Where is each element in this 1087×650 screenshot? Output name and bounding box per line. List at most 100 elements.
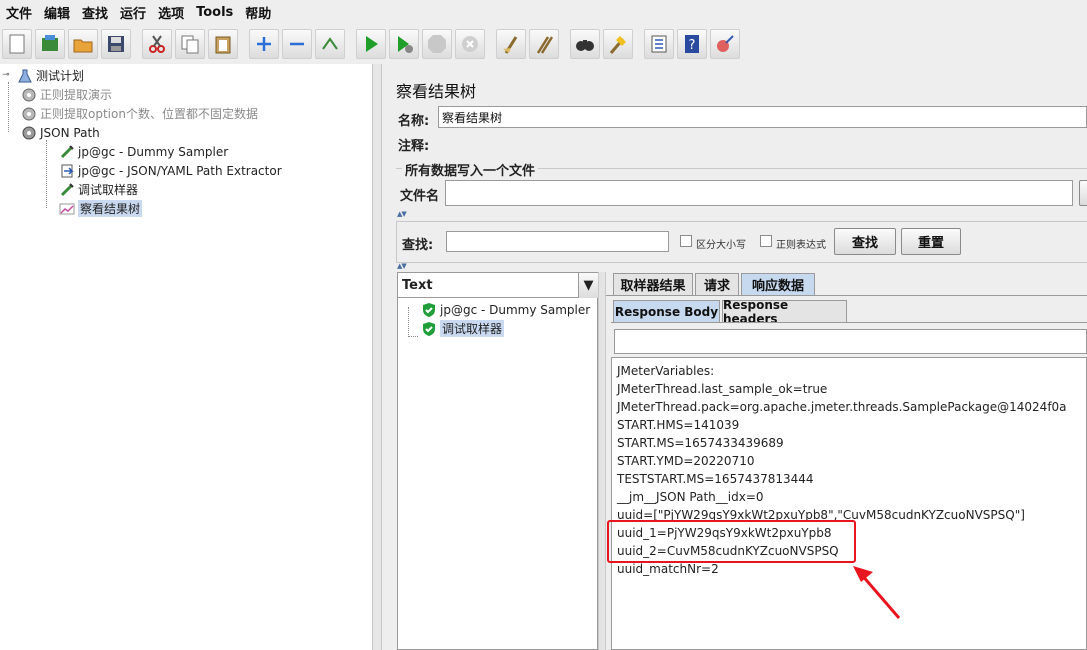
toolbar: ?: [0, 26, 1087, 62]
tree-item-label: JSON Path: [40, 125, 100, 140]
tree-item-label: 调试取样器: [78, 183, 139, 197]
main-splitter[interactable]: [372, 64, 382, 650]
regex-checkbox[interactable]: [760, 235, 772, 247]
filename-label: 文件名: [400, 189, 440, 204]
renderer-select[interactable]: Text ▼: [398, 273, 598, 298]
body-line: uuid_matchNr=2: [617, 562, 719, 576]
toggle-icon[interactable]: [315, 29, 345, 59]
test-plan-icon: [16, 67, 34, 85]
save-icon[interactable]: [101, 29, 131, 59]
body-line: JMeterThread.last_sample_ok=true: [617, 382, 828, 396]
tree-item-view-results-tree[interactable]: 察看结果树: [58, 199, 143, 218]
tree-item-json-extractor[interactable]: jp@gc - JSON/YAML Path Extractor: [58, 161, 282, 180]
body-line: START.YMD=20220710: [617, 454, 755, 468]
menu-options[interactable]: 选项: [152, 3, 190, 22]
cut-icon[interactable]: [142, 29, 172, 59]
tree-item-regex-demo[interactable]: 正则提取演示: [20, 85, 112, 104]
open-icon[interactable]: [68, 29, 98, 59]
thread-group-gear-icon: [20, 86, 38, 104]
copy-icon[interactable]: [175, 29, 205, 59]
tab-response-data[interactable]: 响应数据: [741, 273, 815, 295]
tree-item-test-plan[interactable]: ⊸ 测试计划: [2, 66, 84, 85]
success-shield-icon: [420, 320, 438, 338]
new-icon[interactable]: [2, 29, 32, 59]
listener-graph-icon: [58, 200, 76, 218]
thread-group-gear-icon: [20, 124, 38, 142]
annotation-arrow-icon: [853, 566, 901, 619]
tree-item-debug-sampler[interactable]: 调试取样器: [58, 180, 138, 199]
tree-item-dummy-sampler[interactable]: jp@gc - Dummy Sampler: [58, 142, 228, 161]
menu-tools[interactable]: Tools: [190, 5, 239, 20]
chevron-down-icon[interactable]: ▼: [578, 273, 598, 298]
reset-search-icon[interactable]: [603, 29, 633, 59]
clear-all-icon[interactable]: [529, 29, 559, 59]
remote-icon[interactable]: [710, 29, 740, 59]
case-sensitive-checkbox[interactable]: [680, 235, 692, 247]
menu-help[interactable]: 帮助: [239, 3, 277, 22]
stop-icon[interactable]: [422, 29, 452, 59]
start-no-pause-icon[interactable]: [389, 29, 419, 59]
search-input[interactable]: [446, 231, 669, 252]
tree-item-label: jp@gc - Dummy Sampler: [78, 144, 229, 159]
svg-text:?: ?: [689, 38, 696, 53]
case-sensitive-label: 区分大小写: [696, 240, 746, 251]
renderer-select-value: Text: [402, 277, 433, 293]
templates-icon[interactable]: [35, 29, 65, 59]
tree-item-label: 察看结果树: [78, 200, 143, 217]
menu-edit[interactable]: 编辑: [38, 3, 76, 22]
sampler-pipette-icon: [58, 181, 76, 199]
result-splitter[interactable]: [598, 272, 606, 650]
filename-field[interactable]: [445, 180, 1073, 206]
tree-toggle-icon[interactable]: ⊸: [2, 70, 10, 80]
clear-icon[interactable]: [496, 29, 526, 59]
thread-group-gear-icon: [20, 105, 38, 123]
find-button[interactable]: 查找: [834, 228, 896, 255]
success-shield-icon: [420, 301, 438, 319]
search-label: 查找:: [402, 238, 434, 253]
body-line: JMeterVariables:: [617, 364, 715, 378]
sample-result-list[interactable]: Text ▼ jp@gc - Dummy Sampler 调试取样器: [397, 272, 598, 650]
tab-sampler-result[interactable]: 取样器结果: [613, 273, 693, 295]
annotation-highlight-box: [607, 520, 856, 563]
function-helper-icon[interactable]: [644, 29, 674, 59]
menu-search[interactable]: 查找: [76, 3, 114, 22]
tree-item-regex-option[interactable]: 正则提取option个数、位置都不固定数据: [20, 104, 258, 123]
write-all-label: 所有数据写入一个文件: [402, 160, 539, 179]
menu-file[interactable]: 文件: [0, 3, 38, 22]
sample-item-debug[interactable]: 调试取样器: [420, 319, 505, 338]
collapse-icon[interactable]: [282, 29, 312, 59]
start-icon[interactable]: [356, 29, 386, 59]
body-line: JMeterThread.pack=org.apache.jmeter.thre…: [617, 400, 1067, 414]
expand-icon[interactable]: [249, 29, 279, 59]
comment-field[interactable]: [438, 132, 1087, 154]
reset-button[interactable]: 重置: [901, 228, 961, 255]
tree-item-label: 测试计划: [36, 69, 85, 83]
name-field[interactable]: [438, 106, 1087, 128]
tree-item-label: jp@gc - JSON/YAML Path Extractor: [78, 163, 282, 178]
tab-response-body[interactable]: Response Body: [613, 300, 720, 322]
collapse-arrows-icon[interactable]: ▲▼: [397, 262, 407, 270]
body-line: TESTSTART.MS=1657437813444: [617, 472, 814, 486]
tree-item-json-path[interactable]: JSON Path: [20, 123, 100, 142]
menu-run[interactable]: 运行: [114, 3, 152, 22]
sample-item-label: jp@gc - Dummy Sampler: [440, 302, 591, 317]
browse-button[interactable]: [1079, 180, 1087, 206]
comment-label: 注释:: [398, 139, 430, 154]
test-plan-tree[interactable]: ⊸ 测试计划 正则提取演示 正则提取option个数、位置都不固定数据 JSON…: [0, 64, 372, 650]
body-line: __jm__JSON Path__idx=0: [617, 490, 764, 504]
view-results-tree-panel: 察看结果树 名称: 注释: 所有数据写入一个文件 文件名 ▲▼ 查找: 区分大小…: [382, 64, 1087, 650]
extractor-icon: [58, 162, 76, 180]
help-icon[interactable]: ?: [677, 29, 707, 59]
tab-response-headers[interactable]: Response headers: [722, 298, 847, 326]
sampler-pipette-icon: [58, 143, 76, 161]
response-search-input[interactable]: [614, 329, 1087, 354]
search-icon[interactable]: [570, 29, 600, 59]
collapse-arrows-icon[interactable]: ▲▼: [397, 210, 407, 218]
name-label: 名称:: [398, 114, 430, 129]
paste-icon[interactable]: [208, 29, 238, 59]
sample-item-dummy[interactable]: jp@gc - Dummy Sampler: [420, 300, 590, 319]
tab-request[interactable]: 请求: [695, 273, 739, 295]
body-line: START.HMS=141039: [617, 418, 740, 432]
sample-item-label: 调试取样器: [440, 320, 505, 337]
shutdown-icon[interactable]: [455, 29, 485, 59]
